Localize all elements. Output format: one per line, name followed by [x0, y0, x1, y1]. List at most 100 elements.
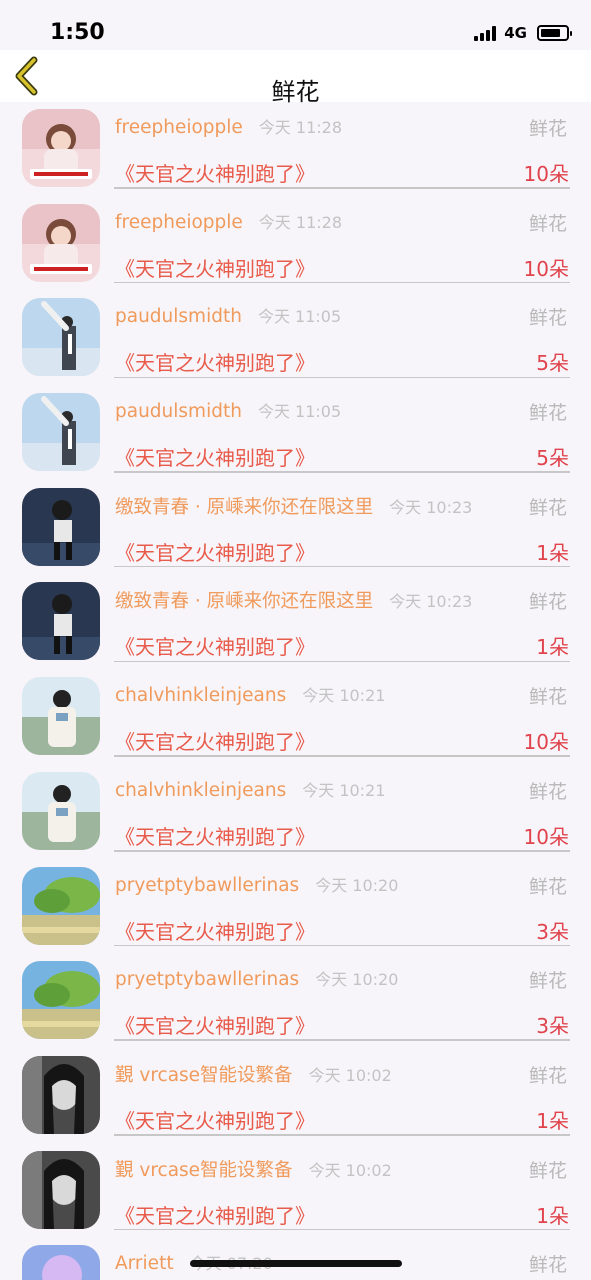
- gift-type: 鲜花: [528, 1254, 567, 1277]
- user-name-text: pryetptybawllerinas: [115, 874, 300, 896]
- list-item[interactable]: pryetptybawllerinas 今天 10:20 鲜花 《天官之火神别跑了…: [0, 954, 591, 1049]
- timestamp: 今天 10:21: [302, 780, 386, 800]
- user-name: pryetptybawllerinas 今天 10:20: [115, 872, 398, 896]
- avatar[interactable]: [22, 961, 100, 1040]
- signal-icon: [474, 25, 497, 41]
- list-item[interactable]: 覲 vrcase智能设繁备 今天 10:02 鲜花 《天官之火神别跑了》 1朵: [0, 1049, 591, 1144]
- gift-type: 鲜花: [528, 307, 567, 330]
- user-name: 缴致青春 · 原嵊来你还在限这里 今天 10:23: [115, 587, 472, 613]
- avatar[interactable]: [22, 1150, 100, 1229]
- avatar[interactable]: [22, 393, 100, 472]
- book-title[interactable]: 《天官之火神别跑了》: [115, 1010, 315, 1039]
- user-name: chalvhinkleinjeans 今天 10:21: [115, 682, 385, 706]
- gift-type: 鲜花: [528, 496, 567, 519]
- list-item[interactable]: 缴致青春 · 原嵊来你还在限这里 今天 10:23 鲜花 《天官之火神别跑了》 1…: [0, 575, 591, 670]
- avatar[interactable]: [22, 1055, 100, 1134]
- row-divider: [114, 850, 570, 852]
- timestamp: 今天 10:20: [315, 875, 399, 895]
- avatar[interactable]: [22, 109, 100, 187]
- timestamp: 今天 11:28: [258, 212, 342, 232]
- status-time: 1:50: [50, 20, 105, 45]
- battery-icon: [537, 25, 572, 41]
- avatar[interactable]: [22, 487, 100, 566]
- user-name-text: 缴致青春 · 原嵊来你还在限这里: [115, 496, 374, 518]
- avatar[interactable]: [22, 677, 100, 756]
- timestamp: 今天 10:02: [308, 1160, 392, 1180]
- list-item[interactable]: chalvhinkleinjeans 今天 10:21 鲜花 《天官之火神别跑了》…: [0, 670, 591, 765]
- user-name-text: paudulsmidth: [115, 401, 242, 423]
- user-name-text: chalvhinkleinjeans: [115, 685, 287, 707]
- avatar[interactable]: [22, 771, 100, 850]
- book-title[interactable]: 《天官之火神别跑了》: [115, 158, 315, 187]
- user-name-text: Arriett: [115, 1253, 174, 1275]
- list-item[interactable]: 覲 vrcase智能设繁备 今天 10:02 鲜花 《天官之火神别跑了》 1朵: [0, 1144, 591, 1239]
- book-title[interactable]: 《天官之火神别跑了》: [115, 1105, 315, 1134]
- book-title[interactable]: 《天官之火神别跑了》: [115, 726, 315, 755]
- status-icons: 4G: [474, 24, 572, 42]
- book-title[interactable]: 《天官之火神别跑了》: [115, 442, 315, 471]
- gift-type: 鲜花: [528, 402, 567, 425]
- flower-count: 10朵: [523, 730, 569, 755]
- user-name-text: chalvhinkleinjeans: [115, 779, 287, 801]
- user-name: paudulsmidth 今天 11:05: [115, 398, 341, 422]
- user-name-text: paudulsmidth: [115, 306, 242, 328]
- timestamp: 今天 10:21: [302, 686, 386, 706]
- book-title[interactable]: 《天官之火神别跑了》: [115, 821, 315, 850]
- user-name: chalvhinkleinjeans 今天 10:21: [115, 777, 385, 801]
- gift-type: 鲜花: [528, 970, 567, 993]
- gift-type: 鲜花: [528, 1159, 567, 1182]
- book-title[interactable]: 《天官之火神别跑了》: [115, 347, 315, 376]
- row-divider: [114, 944, 570, 947]
- user-name: freepheiopple 今天 11:28: [115, 209, 342, 233]
- list-item[interactable]: 缴致青春 · 原嵊来你还在限这里 今天 10:23 鲜花 《天官之火神别跑了》 1…: [0, 481, 591, 576]
- gift-type: 鲜花: [528, 780, 567, 803]
- user-name: paudulsmidth 今天 11:05: [115, 303, 341, 327]
- row-divider: [114, 565, 570, 568]
- book-title[interactable]: 《天官之火神别跑了》: [115, 631, 315, 660]
- flower-count: 10朵: [523, 256, 569, 281]
- timestamp: 今天 10:20: [315, 970, 399, 990]
- timestamp: 今天 11:05: [257, 307, 342, 327]
- gift-type: 鲜花: [528, 212, 567, 235]
- avatar[interactable]: [22, 582, 100, 661]
- avatar[interactable]: [22, 203, 100, 282]
- row-divider: [114, 1039, 570, 1041]
- list-item[interactable]: chalvhinkleinjeans 今天 10:21 鲜花 《天官之火神别跑了》…: [0, 765, 591, 860]
- nav-bar: 鲜花: [0, 50, 591, 106]
- row-divider: [114, 376, 570, 379]
- book-title[interactable]: 《天官之火神别跑了》: [115, 1200, 315, 1229]
- flower-count: 10朵: [523, 824, 569, 849]
- timestamp: 今天 10:02: [308, 1065, 392, 1085]
- avatar[interactable]: [22, 866, 100, 945]
- flower-count: 3朵: [536, 1014, 569, 1039]
- user-name-text: 覲 vrcase智能设繁备: [115, 1159, 293, 1181]
- avatar[interactable]: [22, 1245, 100, 1280]
- flower-record-list[interactable]: freepheiopple 今天 11:28 鲜花 《天官之火神别跑了》 10朵 …: [0, 102, 591, 1280]
- book-title[interactable]: 《天官之火神别跑了》: [115, 253, 315, 282]
- list-item[interactable]: paudulsmidth 今天 11:05 鲜花 《天官之火神别跑了》 5朵: [0, 386, 591, 481]
- row-divider: [114, 1134, 570, 1136]
- gift-type: 鲜花: [528, 875, 567, 898]
- flower-count: 5朵: [536, 351, 569, 376]
- list-item[interactable]: freepheiopple 今天 11:28 鲜花 《天官之火神别跑了》 10朵: [0, 102, 591, 197]
- user-name-text: 缴致青春 · 原嵊来你还在限这里: [115, 591, 374, 613]
- row-divider: [114, 281, 570, 284]
- flower-count: 5朵: [536, 446, 569, 471]
- gift-type: 鲜花: [528, 1064, 567, 1087]
- timestamp: 今天 11:28: [258, 118, 342, 137]
- network-label: 4G: [504, 24, 527, 42]
- list-item[interactable]: pryetptybawllerinas 今天 10:20 鲜花 《天官之火神别跑了…: [0, 860, 591, 955]
- user-name-text: freepheiopple: [115, 117, 243, 138]
- list-item[interactable]: freepheiopple 今天 11:28 鲜花 《天官之火神别跑了》 10朵: [0, 197, 591, 292]
- book-title[interactable]: 《天官之火神别跑了》: [115, 537, 315, 566]
- avatar[interactable]: [22, 298, 100, 377]
- gift-type: 鲜花: [528, 118, 567, 140]
- list-item[interactable]: paudulsmidth 今天 11:05 鲜花 《天官之火神别跑了》 5朵: [0, 291, 591, 386]
- home-indicator[interactable]: [190, 1260, 402, 1267]
- row-divider: [114, 471, 570, 473]
- status-bar: 1:50 4G: [0, 0, 591, 50]
- flower-count: 3朵: [536, 919, 569, 944]
- gift-type: 鲜花: [528, 686, 567, 709]
- book-title[interactable]: 《天官之火神别跑了》: [115, 916, 315, 945]
- user-name-text: pryetptybawllerinas: [115, 969, 300, 991]
